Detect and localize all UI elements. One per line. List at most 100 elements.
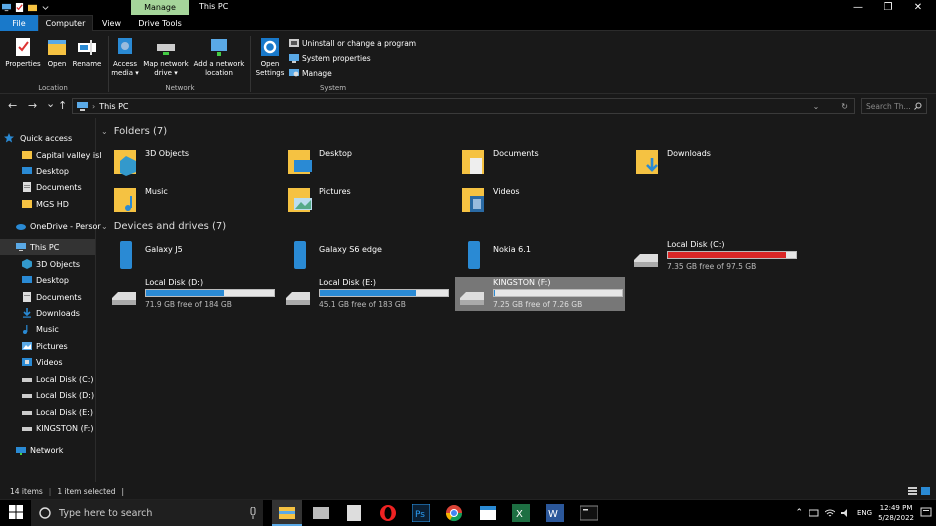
nav-item-downloads[interactable]: Downloads [22, 305, 116, 321]
nav-item-music[interactable]: Music [22, 321, 116, 337]
minimize-button[interactable]: — [843, 0, 873, 15]
nav-item-mgs-hd[interactable]: MGS HD [22, 196, 116, 212]
battery-icon[interactable] [809, 509, 819, 517]
chevron-down-icon[interactable]: ⌄ [813, 102, 820, 111]
app-icon-document[interactable] [345, 504, 363, 522]
desktop-icon [22, 167, 32, 174]
nav-item-3d-objects[interactable]: 3D Objects [22, 256, 116, 272]
search-input[interactable]: Search Th... [861, 98, 927, 114]
properties-button[interactable]: Properties [4, 36, 42, 69]
nav-item-videos[interactable]: Videos [22, 354, 116, 370]
recent-dropdown-button[interactable]: ⌄ [46, 97, 55, 110]
nav-network[interactable]: Network [16, 442, 110, 458]
word-icon[interactable]: W [546, 504, 564, 522]
chrome-icon[interactable] [445, 504, 463, 522]
map-network-drive-button[interactable]: Map network drive ▾ [141, 36, 191, 78]
folder-videos-icon [462, 188, 484, 212]
add-network-location-button[interactable]: Add a network location [192, 36, 246, 78]
tab-computer[interactable]: Computer [38, 15, 93, 31]
nav-item-documents[interactable]: Documents [22, 179, 116, 195]
nav-item-local-disk-e[interactable]: Local Disk (E:) [22, 404, 116, 420]
refresh-icon[interactable]: ↻ [841, 102, 848, 111]
nav-this-pc[interactable]: This PC [0, 239, 95, 255]
device-galaxy-s6-edge[interactable]: Galaxy S6 edge [286, 240, 456, 272]
close-button[interactable]: ✕ [903, 0, 933, 15]
nav-label: Local Disk (D:) [36, 390, 95, 400]
new-folder-icon[interactable] [28, 3, 37, 12]
folder-label: Documents [493, 149, 539, 158]
nav-item-local-disk-d[interactable]: Local Disk (D:) [22, 387, 116, 403]
drive-free-space: 71.9 GB free of 184 GB [145, 300, 232, 309]
wifi-icon[interactable] [825, 509, 835, 517]
clock[interactable]: 12:49 PM 5/28/2022 [878, 503, 914, 523]
chevron-up-icon[interactable]: ⌃ [795, 508, 803, 518]
file-explorer-taskbar-button[interactable] [272, 500, 302, 526]
nav-item-capital-valley[interactable]: Capital valley isl [22, 147, 116, 163]
maximize-button[interactable]: ❐ [873, 0, 903, 15]
document-icon [23, 292, 31, 302]
windows-start-icon[interactable] [9, 505, 23, 519]
manage-context-tab[interactable]: Manage [131, 0, 189, 15]
nav-item-kingston[interactable]: KINGSTON (F:) [22, 420, 116, 436]
svg-text:X: X [516, 509, 523, 520]
properties-label: Properties [5, 60, 41, 68]
tab-file[interactable]: File [0, 15, 38, 31]
details-view-icon[interactable] [908, 487, 917, 495]
folder-3d-objects[interactable]: 3D Objects [112, 146, 282, 180]
opera-icon[interactable] [379, 504, 397, 522]
folder-desktop[interactable]: Desktop [286, 146, 456, 180]
tab-drive-tools[interactable]: Drive Tools [131, 15, 189, 31]
device-galaxy-j5[interactable]: Galaxy J5 [112, 240, 282, 272]
uninstall-program-button[interactable]: Uninstall or change a program [289, 38, 416, 48]
nav-onedrive[interactable]: OneDrive - Persor [16, 218, 110, 234]
open-settings-button[interactable]: Open Settings [254, 36, 286, 78]
microphone-icon[interactable] [249, 507, 257, 519]
app-icon-generic[interactable] [312, 504, 330, 522]
phone-icon [468, 241, 480, 269]
taskbar-search-input[interactable]: Type here to search [31, 500, 263, 526]
device-nokia-6-1[interactable]: Nokia 6.1 [460, 240, 630, 272]
tab-view[interactable]: View [93, 15, 130, 31]
large-icons-view-icon[interactable] [921, 487, 930, 495]
language-indicator[interactable]: ENG [857, 509, 872, 517]
terminal-icon[interactable] [580, 504, 598, 522]
nav-label: Documents [36, 292, 82, 302]
system-properties-button[interactable]: System properties [289, 53, 371, 63]
app-icon-window[interactable] [479, 504, 497, 522]
speaker-icon[interactable] [841, 509, 851, 517]
nav-item-desktop[interactable]: Desktop [22, 163, 116, 179]
excel-icon[interactable]: X [512, 504, 530, 522]
properties-check-icon[interactable] [15, 3, 24, 12]
folder-documents[interactable]: Documents [460, 146, 630, 180]
nav-item-local-disk-c[interactable]: Local Disk (C:) [22, 371, 116, 387]
photoshop-icon[interactable]: Ps [412, 504, 430, 522]
open-button[interactable]: Open [44, 36, 70, 69]
folder-videos[interactable]: Videos [460, 184, 630, 218]
folder-downloads[interactable]: Downloads [634, 146, 804, 180]
drive-local-disk-c[interactable]: Local Disk (C:) 7.35 GB free of 97.5 GB [632, 238, 802, 272]
folders-section-header[interactable]: ⌄ Folders (7) [101, 126, 167, 137]
forward-button[interactable]: → [28, 99, 37, 112]
drive-usage-bar [319, 289, 449, 297]
nav-item-desktop-pc[interactable]: Desktop [22, 272, 116, 288]
drive-local-disk-e[interactable]: Local Disk (E:) 45.1 GB free of 183 GB [284, 276, 454, 310]
nav-item-pictures[interactable]: Pictures [22, 338, 116, 354]
drive-kingston-f[interactable]: KINGSTON (F:) 7.25 GB free of 7.26 GB [458, 276, 628, 310]
folder-pictures[interactable]: Pictures [286, 184, 456, 218]
chevron-down-icon[interactable] [41, 3, 50, 12]
drive-local-disk-d[interactable]: Local Disk (D:) 71.9 GB free of 184 GB [110, 276, 280, 310]
up-button[interactable]: ↑ [58, 99, 67, 112]
manage-button[interactable]: Manage [289, 68, 332, 78]
back-button[interactable]: ← [8, 99, 17, 112]
folder-music[interactable]: Music [112, 184, 282, 218]
breadcrumb-this-pc[interactable]: This PC [99, 102, 128, 111]
nav-item-documents-pc[interactable]: Documents [22, 289, 116, 305]
notification-icon[interactable] [920, 507, 932, 519]
devices-section-header[interactable]: ⌄ Devices and drives (7) [101, 221, 226, 232]
address-bar[interactable]: › This PC ⌄ ↻ [72, 98, 855, 114]
access-media-button[interactable]: Access media ▾ [110, 36, 140, 78]
nav-quick-access[interactable]: Quick access [4, 130, 98, 146]
system-properties-label: System properties [302, 53, 371, 63]
rename-button[interactable]: Rename [72, 36, 102, 69]
nav-label: Documents [36, 182, 82, 192]
